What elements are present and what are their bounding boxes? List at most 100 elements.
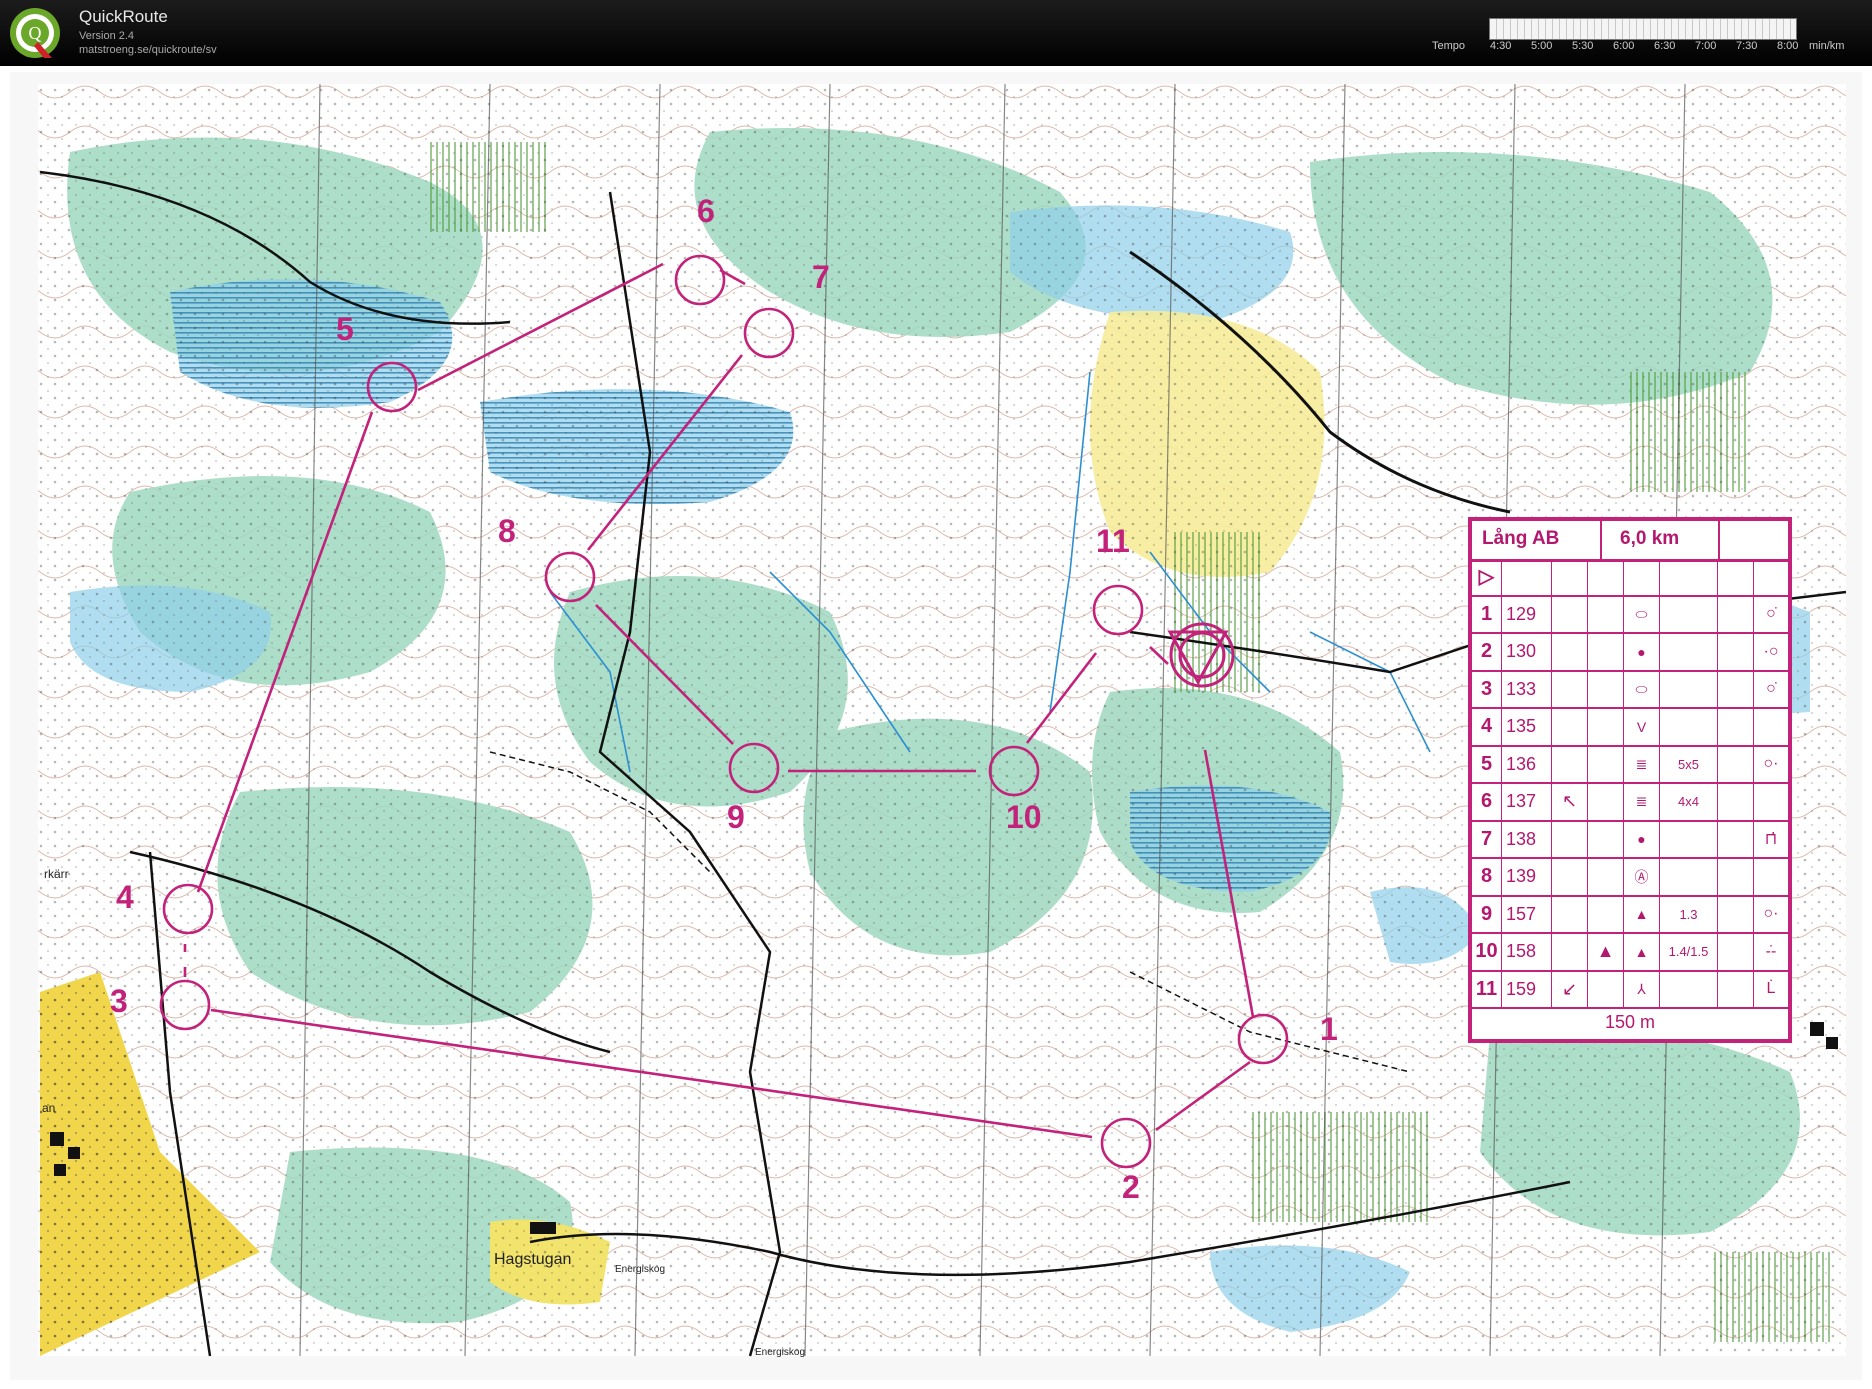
cdesc-cell-h: ○· <box>1763 755 1779 773</box>
cdesc-row-5: 5 136 ≣ 5x5 ○· <box>1472 746 1788 784</box>
cdesc-cell-d <box>1588 971 1624 1007</box>
control-number-4: 4 <box>116 879 134 915</box>
cdesc-cell-c <box>1552 596 1588 632</box>
tempo-tick: 8:00 <box>1777 40 1799 52</box>
tempo-color-bar[interactable] <box>1489 18 1797 40</box>
cdesc-cell-c <box>1552 896 1588 932</box>
quickroute-logo-icon: Q <box>10 8 60 58</box>
cdesc-cell-d <box>1588 784 1624 820</box>
cdesc-row-1: 1 129 ⬭ ○̇ <box>1472 596 1788 634</box>
cdesc-cell-h <box>1754 709 1788 745</box>
cdesc-cell-g <box>1718 709 1754 745</box>
cdesc-cell-c <box>1552 634 1588 670</box>
cdesc-cell-h: L̇ <box>1766 980 1776 998</box>
cdesc-cell-code: 139 <box>1502 859 1552 895</box>
cdesc-cell-code: 130 <box>1502 634 1552 670</box>
cdesc-cell-e: ⅄ <box>1624 971 1660 1007</box>
cdesc-cell-d <box>1588 821 1624 857</box>
cdesc-header: Lång AB 6,0 km <box>1472 521 1788 562</box>
cdesc-row-11: 11 159 ↙ ⅄ L̇ <box>1472 971 1788 1009</box>
cdesc-footer: 150 m <box>1472 1005 1788 1039</box>
control-number-8: 8 <box>498 513 516 549</box>
cdesc-cell-f: 5x5 <box>1660 746 1718 782</box>
cdesc-cell-c <box>1552 934 1588 970</box>
cdesc-cell-num: 4 <box>1472 709 1502 745</box>
control-number-2: 2 <box>1122 1169 1140 1205</box>
cdesc-cell-h <box>1754 859 1788 895</box>
cdesc-cell-num: 1 <box>1472 596 1502 632</box>
cdesc-grid: ▷ 1 129 ⬭ ○̇ 2 130 ● ·○ 3 133 ⬭ ○̇ 4 135 V 5 136 ≣ 5x5 ○· 6 1… <box>1472 559 1788 1009</box>
cdesc-cell-h <box>1754 784 1788 820</box>
control-description-table: Lång AB 6,0 km ▷ 1 129 ⬭ ○̇ 2 130 ● ·○ 3 133 ⬭ ○̇ 4 1… <box>1468 517 1792 1043</box>
app-url: matstroeng.se/quickroute/sv <box>79 44 217 56</box>
cdesc-cell-e: ≣ <box>1624 746 1660 782</box>
control-number-6: 6 <box>697 193 715 229</box>
app-header: Q QuickRoute Version 2.4 matstroeng.se/q… <box>0 0 1872 66</box>
cdesc-cell-h: ○̇ <box>1766 605 1776 623</box>
place-label-karr: rkärr <box>44 867 69 881</box>
cdesc-cell-e: ▲ <box>1624 934 1660 970</box>
tempo-tick: 5:30 <box>1572 40 1594 52</box>
cdesc-cell-h: ○· <box>1763 905 1779 923</box>
cdesc-cell-num: 2 <box>1472 634 1502 670</box>
course-name: Lång AB <box>1482 528 1560 549</box>
cdesc-start-row: ▷ <box>1472 559 1788 597</box>
cdesc-row-9: 9 157 ▲ 1.3 ○· <box>1472 896 1788 934</box>
control-number-7: 7 <box>812 259 830 295</box>
course-length: 6,0 km <box>1620 528 1680 549</box>
cdesc-cell-e: ● <box>1624 821 1660 857</box>
cdesc-cell-code: 137 <box>1502 784 1552 820</box>
cdesc-cell-code: 138 <box>1502 821 1552 857</box>
cdesc-cell-code: 159 <box>1502 971 1552 1007</box>
tempo-tick: 7:30 <box>1736 40 1758 52</box>
cdesc-cell-g <box>1718 596 1754 632</box>
control-number-3: 3 <box>110 983 128 1019</box>
cdesc-cell-d <box>1588 634 1624 670</box>
cdesc-cell-g <box>1718 821 1754 857</box>
tempo-tick: 6:00 <box>1613 40 1635 52</box>
control-number-11: 11 <box>1096 523 1130 559</box>
cdesc-cell-c <box>1552 709 1588 745</box>
cdesc-cell-f: 1.3 <box>1660 896 1718 932</box>
control-number-5: 5 <box>336 311 354 347</box>
cdesc-cell-g <box>1718 671 1754 707</box>
cdesc-cell-g <box>1718 934 1754 970</box>
tempo-tick: 7:00 <box>1695 40 1717 52</box>
cdesc-cell-num: 7 <box>1472 821 1502 857</box>
cdesc-cell-e: ⬭ <box>1624 596 1660 632</box>
tempo-tick: 4:30 <box>1490 40 1512 52</box>
cdesc-cell-num: 3 <box>1472 671 1502 707</box>
cdesc-cell-d <box>1588 859 1624 895</box>
cdesc-cell-d <box>1588 896 1624 932</box>
cdesc-cell-g <box>1718 859 1754 895</box>
cdesc-row-10: 10 158 ▲ ▲ 1.4/1.5 -̇- <box>1472 934 1788 972</box>
cdesc-cell-num: 6 <box>1472 784 1502 820</box>
place-label-an: an <box>42 1101 55 1115</box>
cdesc-cell-f <box>1660 709 1718 745</box>
cdesc-cell-c <box>1552 671 1588 707</box>
cdesc-cell-e: ≣ <box>1624 784 1660 820</box>
cdesc-cell-f: 4x4 <box>1660 784 1718 820</box>
cdesc-cell-d <box>1588 671 1624 707</box>
cdesc-cell-f <box>1660 596 1718 632</box>
place-label-energiskog: Energiskog <box>755 1347 805 1358</box>
cdesc-row-3: 3 133 ⬭ ○̇ <box>1472 671 1788 709</box>
tempo-tick: 6:30 <box>1654 40 1676 52</box>
place-label-energiskog: Energiskog <box>615 1264 665 1275</box>
cdesc-row-7: 7 138 ● ⊓̇ <box>1472 821 1788 859</box>
cdesc-cell-c: ↙ <box>1552 971 1588 1007</box>
cdesc-cell-c <box>1552 859 1588 895</box>
cdesc-cell-code: 129 <box>1502 596 1552 632</box>
cdesc-cell-code: 135 <box>1502 709 1552 745</box>
cdesc-cell-f: 1.4/1.5 <box>1660 934 1718 970</box>
cdesc-row-6: 6 137 ↖ ≣ 4x4 <box>1472 784 1788 822</box>
cdesc-cell-d: ▲ <box>1588 934 1624 970</box>
cdesc-cell-e: V <box>1624 709 1660 745</box>
cdesc-cell-e: ● <box>1624 634 1660 670</box>
cdesc-cell-code: 157 <box>1502 896 1552 932</box>
cdesc-cell-num: 11 <box>1472 971 1502 1007</box>
app-version: Version 2.4 <box>79 30 135 42</box>
control-number-1: 1 <box>1320 1011 1338 1047</box>
app-title: QuickRoute <box>79 7 168 26</box>
cdesc-cell-h: ○̇ <box>1766 680 1776 698</box>
